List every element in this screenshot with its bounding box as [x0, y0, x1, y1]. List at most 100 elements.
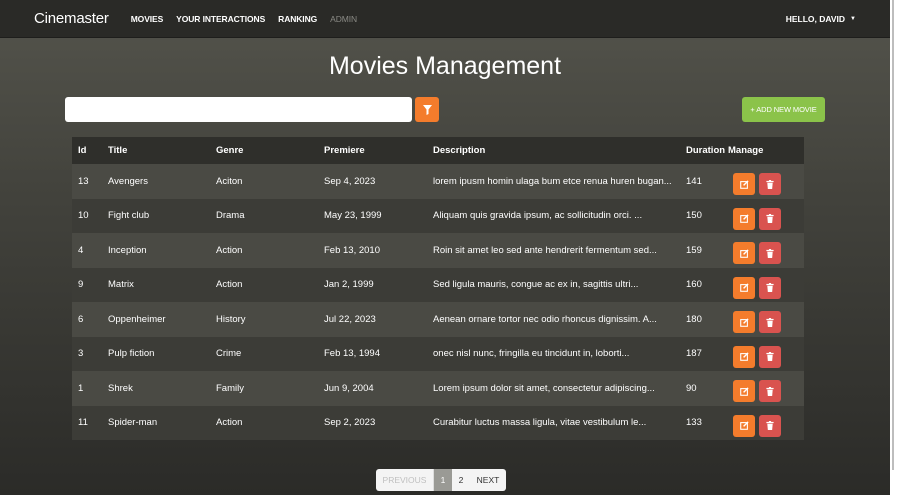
delete-movie-button[interactable]: [759, 276, 781, 299]
trash-icon: [766, 179, 774, 189]
edit-movie-button[interactable]: [733, 414, 755, 437]
nav-link-ranking[interactable]: RANKING: [278, 14, 317, 24]
nav-link-admin[interactable]: ADMIN: [330, 14, 357, 24]
cell-genre: Aciton: [216, 175, 243, 187]
cell-description: Curabitur luctus massa ligula, vitae ves…: [433, 417, 647, 429]
edit-movie-button[interactable]: [733, 345, 755, 368]
cell-premiere: Jun 9, 2004: [324, 382, 374, 394]
cell-genre: History: [216, 313, 246, 325]
cell-premiere: May 23, 1999: [324, 210, 382, 222]
cell-duration: 180: [686, 313, 702, 325]
cell-description: Lorem ipsum dolor sit amet, consectetur …: [433, 382, 655, 394]
cell-description: Roin sit amet leo sed ante hendrerit fer…: [433, 244, 657, 256]
header-premiere: Premiere: [324, 145, 365, 156]
cell-duration: 187: [686, 348, 702, 360]
search-input[interactable]: [65, 97, 412, 122]
table-row: 10 Fight club Drama May 23, 1999 Aliquam qui…: [72, 198, 804, 233]
edit-movie-button[interactable]: [733, 207, 755, 230]
delete-movie-button[interactable]: [759, 173, 781, 196]
previous-page-button[interactable]: PREVIOUS: [376, 469, 434, 491]
cell-title: Oppenheimer: [108, 313, 166, 325]
cell-id: 6: [78, 313, 84, 325]
pagination: PREVIOUS 1 2 NEXT: [376, 469, 506, 491]
scrollbar[interactable]: [892, 0, 894, 470]
trash-icon: [766, 386, 774, 396]
header-title: Title: [108, 145, 128, 156]
page-title: Movies Management: [328, 52, 562, 80]
edit-icon: [739, 318, 749, 327]
header-id: Id: [78, 145, 87, 156]
cell-id: 13: [78, 175, 89, 187]
page-2-button[interactable]: 2: [452, 469, 470, 491]
cell-premiere: Feb 13, 1994: [324, 348, 380, 360]
edit-movie-button[interactable]: [733, 276, 755, 299]
table-header: Id Title Genre Premiere Description Dura…: [72, 137, 804, 164]
edit-icon: [739, 352, 749, 362]
edit-movie-button[interactable]: [733, 380, 755, 403]
cell-title: Shrek: [108, 382, 133, 394]
delete-movie-button[interactable]: [759, 311, 781, 334]
cell-manage: [728, 409, 804, 437]
edit-icon: [739, 180, 749, 189]
filter-icon: [422, 104, 432, 115]
cell-title: Fight club: [108, 210, 150, 222]
table-row: 3 Pulp fiction Crime Feb 13, 1994 onec nisl …: [72, 336, 804, 371]
table-row: 13 Avengers Aciton Sep 4, 2023 lorem ipusm h…: [72, 164, 804, 199]
page-1-button[interactable]: 1: [434, 469, 452, 491]
cell-description: Aenean ornare tortor nec odio rhoncus di…: [433, 313, 657, 325]
cell-id: 11: [78, 417, 88, 429]
cell-manage: [728, 271, 804, 299]
cell-description: lorem ipusm homin ulaga bum etce renua h…: [433, 175, 672, 187]
caret-down-icon: ▼: [850, 16, 856, 22]
cell-id: 3: [78, 348, 84, 360]
delete-movie-button[interactable]: [759, 242, 781, 265]
filter-button[interactable]: [415, 97, 439, 122]
cell-title: Pulp fiction: [108, 348, 155, 360]
cell-id: 10: [78, 210, 89, 222]
cell-title: Spider-man: [108, 417, 158, 429]
delete-movie-button[interactable]: [759, 380, 781, 403]
delete-movie-button[interactable]: [759, 207, 781, 230]
table-row: 6 Oppenheimer History Jul 22, 2023 Aenean or…: [72, 302, 804, 337]
nav-links: MOVIES YOUR INTERACTIONS RANKING ADMIN: [131, 14, 370, 24]
cell-premiere: Jul 22, 2023: [324, 313, 376, 325]
add-new-movie-button[interactable]: + ADD NEW MOVIE: [742, 97, 825, 122]
cell-title: Avengers: [108, 175, 148, 187]
cell-description: onec nisl nunc, fringilla eu tincidunt i…: [433, 348, 630, 360]
delete-movie-button[interactable]: [759, 414, 781, 437]
cell-genre: Action: [216, 417, 243, 429]
edit-movie-button[interactable]: [733, 311, 755, 334]
table-row: 9 Matrix Action Jan 2, 1999 Sed ligula mauri…: [72, 267, 804, 302]
trash-icon: [766, 352, 774, 362]
cell-manage: [728, 374, 804, 403]
brand-logo[interactable]: Cinemaster: [34, 10, 109, 27]
nav-link-movies[interactable]: MOVIES: [131, 14, 164, 24]
header-description: Description: [433, 145, 486, 156]
cell-duration: 90: [686, 382, 697, 394]
cell-genre: Family: [216, 382, 244, 394]
edit-movie-button[interactable]: [733, 173, 755, 196]
cell-duration: 141: [686, 175, 702, 187]
delete-movie-button[interactable]: [759, 345, 781, 368]
edit-icon: [739, 249, 749, 258]
cell-id: 9: [78, 279, 84, 291]
cell-title: Matrix: [108, 279, 134, 291]
navbar: Cinemaster MOVIES YOUR INTERACTIONS RANK…: [0, 0, 890, 38]
cell-description: Sed ligula mauris, congue ac ex in, sagi…: [433, 279, 639, 291]
movies-table: Id Title Genre Premiere Description Dura…: [72, 137, 804, 440]
nav-link-your-interactions[interactable]: YOUR INTERACTIONS: [176, 14, 265, 24]
cell-title: Inception: [108, 244, 147, 256]
cell-genre: Action: [216, 279, 243, 291]
trash-icon: [766, 421, 774, 431]
cell-premiere: Feb 13, 2010: [324, 244, 380, 256]
edit-movie-button[interactable]: [733, 242, 755, 265]
header-genre: Genre: [216, 145, 244, 156]
edit-icon: [739, 214, 749, 224]
header-manage: Manage: [728, 145, 764, 156]
cell-manage: [728, 167, 804, 196]
trash-icon: [766, 214, 774, 224]
cell-duration: 159: [686, 244, 702, 256]
user-menu[interactable]: HELLO, DAVID ▼: [786, 0, 856, 38]
cell-id: 4: [78, 244, 84, 256]
next-page-button[interactable]: NEXT: [470, 469, 506, 491]
